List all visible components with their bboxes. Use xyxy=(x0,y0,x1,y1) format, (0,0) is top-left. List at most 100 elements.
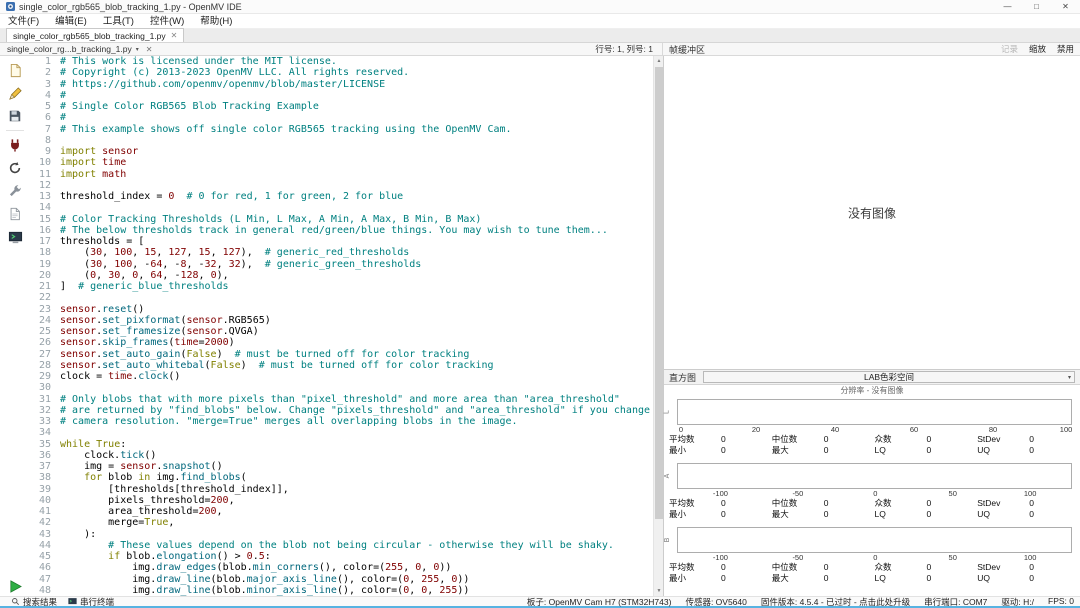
histogram-plot-wrap: B xyxy=(664,527,1080,553)
framebuffer-placeholder: 没有图像 xyxy=(848,204,896,221)
open-document-label: single_color_rg...b_tracking_1.py xyxy=(7,44,132,54)
stat-label: LQ xyxy=(875,573,886,583)
stat-cell: 众数0 xyxy=(875,562,978,573)
stat-cell: 最小0 xyxy=(669,445,772,456)
code-line: for blob in img.find_blobs( xyxy=(60,472,653,483)
stat-value: 0 xyxy=(824,562,829,573)
axis-ticks: -100-50050100 xyxy=(677,489,1072,498)
document-tab[interactable]: single_color_rgb565_blob_tracking_1.py✕ xyxy=(6,28,184,42)
maximize-button[interactable]: □ xyxy=(1022,0,1051,13)
stat-label: 最小 xyxy=(669,509,686,519)
framebuffer-view: 没有图像 xyxy=(664,56,1080,370)
line-number: 11 xyxy=(30,169,51,180)
serial-terminal-button[interactable]: 串行终端 xyxy=(68,596,114,608)
colorspace-select[interactable]: LAB色彩空间 ▾ xyxy=(703,371,1075,383)
editor-scrollbar[interactable]: ▲ ▼ xyxy=(653,56,663,596)
line-number: 23 xyxy=(30,304,51,315)
stat-value: 0 xyxy=(927,509,932,520)
stat-value: 0 xyxy=(721,509,726,520)
line-number: 14 xyxy=(30,202,51,213)
save-file-icon[interactable] xyxy=(4,105,26,127)
stat-value: 0 xyxy=(1029,562,1034,573)
code-line: # The below thresholds track in general … xyxy=(60,225,653,236)
code-line: [thresholds[threshold_index]], xyxy=(60,484,653,495)
tab-close-icon[interactable]: ✕ xyxy=(171,31,178,40)
stat-label: 中位数 xyxy=(772,434,798,444)
line-number: 42 xyxy=(30,517,51,528)
line-number: 12 xyxy=(30,180,51,191)
stat-label: 最大 xyxy=(772,509,789,519)
stat-cell: StDev0 xyxy=(977,562,1080,573)
line-number: 24 xyxy=(30,315,51,326)
histogram-header: 直方图 LAB色彩空间 ▾ xyxy=(664,370,1080,385)
code-area[interactable]: # This work is licensed under the MIT li… xyxy=(56,56,653,596)
line-number: 8 xyxy=(30,135,51,146)
code-line: (30, 100, -64, -8, -32, 32), # generic_g… xyxy=(60,259,653,270)
search-icon xyxy=(11,597,20,606)
menu-item[interactable]: 文件(F) xyxy=(0,14,47,29)
stat-value: 0 xyxy=(927,573,932,584)
histogram-resolution: 分辨率 - 没有图像 xyxy=(664,385,1080,397)
code-line: if blob.elongation() > 0.5: xyxy=(60,551,653,562)
code-line xyxy=(60,135,653,146)
line-number: 26 xyxy=(30,337,51,348)
stat-value: 0 xyxy=(927,562,932,573)
line-number: 7 xyxy=(30,124,51,135)
menu-item[interactable]: 工具(T) xyxy=(95,14,142,29)
code-line: # Copyright (c) 2013-2023 OpenMV LLC. Al… xyxy=(60,67,653,78)
line-number: 47 xyxy=(30,574,51,585)
line-number: 44 xyxy=(30,540,51,551)
code-line: pixels_threshold=200, xyxy=(60,495,653,506)
line-number-gutter: 1234567891011121314151617181920212223242… xyxy=(30,56,56,596)
disable-button[interactable]: 禁用 xyxy=(1057,43,1074,55)
axis-tick-label: 100 xyxy=(1024,489,1037,498)
minimize-button[interactable]: — xyxy=(993,0,1022,13)
stat-cell: 中位数0 xyxy=(772,562,875,573)
axis-tick-label: 100 xyxy=(1024,553,1037,562)
axis-tick-label: -50 xyxy=(792,489,803,498)
open-document-selector[interactable]: single_color_rg...b_tracking_1.py ▾ ✕ xyxy=(0,44,152,54)
code-line xyxy=(60,427,653,438)
start-script-button[interactable] xyxy=(8,579,23,594)
channel-label: L xyxy=(663,410,670,414)
menu-item[interactable]: 帮助(H) xyxy=(192,14,240,29)
code-line: # https://github.com/openmv/openmv/blob/… xyxy=(60,79,653,90)
stat-cell: LQ 0 xyxy=(875,573,978,584)
stat-label: 最大 xyxy=(772,573,789,583)
search-results-button[interactable]: 搜索结果 xyxy=(11,596,57,608)
line-number: 48 xyxy=(30,585,51,596)
stat-cell: StDev0 xyxy=(977,498,1080,509)
menu-item[interactable]: 编辑(E) xyxy=(47,14,95,29)
stat-cell: UQ0 xyxy=(977,445,1080,456)
tools-icon[interactable] xyxy=(4,180,26,202)
stat-value: 0 xyxy=(1029,573,1034,584)
line-number: 31 xyxy=(30,394,51,405)
connect-icon[interactable] xyxy=(4,134,26,156)
zoom-button[interactable]: 缩放 xyxy=(1029,43,1046,55)
close-button[interactable]: ✕ xyxy=(1051,0,1080,13)
reset-icon[interactable] xyxy=(4,157,26,179)
line-number: 22 xyxy=(30,292,51,303)
open-file-icon[interactable] xyxy=(4,82,26,104)
axis-ticks: -100-50050100 xyxy=(677,553,1072,562)
firmware-version-link[interactable]: 固件版本: 4.5.4 - 已过时 - 点击此处升级 xyxy=(761,596,910,608)
stat-cell: LQ0 xyxy=(875,509,978,520)
close-document-icon[interactable]: ✕ xyxy=(146,45,153,54)
channel-label: A xyxy=(664,474,671,479)
code-line xyxy=(60,202,653,213)
line-number: 43 xyxy=(30,529,51,540)
histogram-channel: A-100-50050100平均数0中位数0众数0StDev0最小0最大0LQ0… xyxy=(664,463,1080,520)
status-item: FPS: 0 xyxy=(1048,596,1074,608)
scrollbar-thumb[interactable] xyxy=(655,67,663,519)
stat-value: 0 xyxy=(927,445,932,456)
new-file-icon[interactable] xyxy=(4,59,26,81)
code-editor[interactable]: 1234567891011121314151617181920212223242… xyxy=(30,56,653,596)
code-line: sensor.set_framesize(sensor.QVGA) xyxy=(60,326,653,337)
colorspace-value: LAB色彩空间 xyxy=(864,371,914,383)
documentation-icon[interactable] xyxy=(4,203,26,225)
menu-item[interactable]: 控件(W) xyxy=(142,14,192,29)
serial-terminal-icon[interactable] xyxy=(4,226,26,248)
stat-cell: LQ0 xyxy=(875,445,978,456)
stat-value: 0 xyxy=(927,498,932,509)
code-line: sensor.set_pixformat(sensor.RGB565) xyxy=(60,315,653,326)
